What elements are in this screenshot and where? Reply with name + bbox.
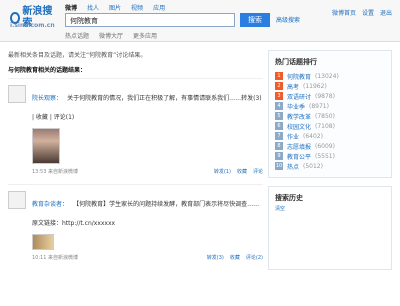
post-image[interactable] bbox=[32, 234, 54, 250]
post-author[interactable]: 教育杂谈者： bbox=[32, 201, 68, 208]
rank-badge: 2 bbox=[275, 82, 283, 90]
hot-topic-title[interactable]: 毕业季 bbox=[287, 102, 305, 111]
post-action-links: 转发(3) 收藏 评论(2) bbox=[207, 254, 263, 261]
search-input[interactable]: 何院教育 bbox=[65, 13, 235, 27]
hot-topic-count: (6402) bbox=[303, 132, 323, 140]
avatar[interactable] bbox=[8, 85, 26, 103]
hot-topic-item[interactable]: 3 双语研讨 (9878) bbox=[275, 91, 385, 101]
rank-badge: 9 bbox=[275, 152, 283, 160]
hot-topic-count: (11962) bbox=[303, 82, 327, 90]
results-intro: 最新相关条目及话题，请关注“何院教育”讨论结果。 bbox=[8, 52, 147, 59]
post-text: 关于何院教育的情况，我们正在积极了解，有事情请联系我们……转发(3) | 收藏 … bbox=[32, 95, 262, 121]
favorite-link[interactable]: 收藏 bbox=[237, 168, 247, 175]
toplink-logout[interactable]: 退出 bbox=[380, 8, 392, 17]
hot-topics-box: 热门话题排行 1 何院教育 (13024) 2 高考 (11962) 3 双语研… bbox=[268, 50, 392, 178]
hot-topic-title[interactable]: 教学改革 bbox=[287, 112, 311, 121]
hot-topic-item[interactable]: 5 教学改革 (7850) bbox=[275, 111, 385, 121]
hot-topic-count: (7108) bbox=[315, 122, 335, 130]
toplink-home[interactable]: 微博首页 bbox=[332, 8, 356, 17]
nav-videos[interactable]: 视频 bbox=[131, 3, 143, 12]
rank-badge: 7 bbox=[275, 132, 283, 140]
comment-link[interactable]: 评论 bbox=[253, 168, 263, 175]
hot-topic-item[interactable]: 6 校园文化 (7108) bbox=[275, 121, 385, 131]
favorite-link[interactable]: 收藏 bbox=[230, 254, 240, 261]
top-nav: 微博 找人 图片 视频 应用 bbox=[65, 3, 165, 12]
hot-topic-count: (8971) bbox=[309, 102, 329, 110]
post-action-links: 转发(1) 收藏 评论 bbox=[214, 168, 263, 175]
rank-badge: 4 bbox=[275, 102, 283, 110]
hot-topic-title[interactable]: 志愿填报 bbox=[287, 142, 311, 151]
hot-topic-item[interactable]: 9 教育公平 (5551) bbox=[275, 151, 385, 161]
hot-topic-item[interactable]: 2 高考 (11962) bbox=[275, 81, 385, 91]
results-content: 最新相关条目及话题，请关注“何院教育”讨论结果。 与何院教育相关的话题结果： 院… bbox=[8, 50, 263, 302]
history-title: 搜索历史 bbox=[275, 194, 303, 202]
nav-weibo[interactable]: 微博 bbox=[65, 3, 77, 12]
avatar[interactable] bbox=[8, 191, 26, 209]
logo-subtext: i.sina.com.cn bbox=[10, 22, 55, 29]
hot-topic-item[interactable]: 1 何院教育 (13024) bbox=[275, 71, 385, 81]
subtab-hot[interactable]: 热点话题 bbox=[65, 31, 89, 40]
nav-apps[interactable]: 应用 bbox=[153, 3, 165, 12]
hot-topic-count: (5012) bbox=[303, 162, 323, 170]
top-links: 微博首页 设置 退出 bbox=[332, 8, 392, 17]
hot-topic-item[interactable]: 4 毕业季 (8971) bbox=[275, 101, 385, 111]
hot-topic-title[interactable]: 何院教育 bbox=[287, 72, 311, 81]
hot-topic-count: (13024) bbox=[315, 72, 339, 80]
hot-topics-title: 热门话题排行 bbox=[275, 58, 317, 66]
repost-link[interactable]: 转发(1) bbox=[214, 168, 231, 175]
search-button[interactable]: 搜索 bbox=[240, 13, 270, 27]
rank-badge: 10 bbox=[275, 162, 283, 170]
post-meta: 10:11 来自新浪微博 bbox=[32, 255, 78, 261]
right-sidebar: 热门话题排行 1 何院教育 (13024) 2 高考 (11962) 3 双语研… bbox=[268, 50, 392, 302]
rank-badge: 8 bbox=[275, 142, 283, 150]
site-logo[interactable]: 新浪搜索 i.sina.com.cn bbox=[10, 6, 55, 30]
rank-badge: 1 bbox=[275, 72, 283, 80]
clear-history-link[interactable]: 清空 bbox=[275, 205, 385, 212]
hot-topic-item[interactable]: 10 热点 (5012) bbox=[275, 161, 385, 171]
subtab-hall[interactable]: 微博大厅 bbox=[99, 31, 123, 40]
post-author[interactable]: 院长观察： bbox=[32, 95, 62, 102]
hot-topic-count: (9878) bbox=[315, 92, 335, 100]
main-area: 最新相关条目及话题，请关注“何院教育”讨论结果。 与何院教育相关的话题结果： 院… bbox=[0, 42, 400, 306]
post-meta: 13:53 来自新浪微博 bbox=[32, 169, 78, 175]
rank-badge: 3 bbox=[275, 92, 283, 100]
post-text-block: 院长观察： 关于何院教育的情况，我们正在积极了解，有事情请联系我们……转发(3)… bbox=[32, 85, 263, 123]
post-actions: 13:53 来自新浪微博 转发(1) 收藏 评论 bbox=[32, 168, 263, 175]
history-box: 搜索历史 清空 bbox=[268, 186, 392, 270]
hot-topic-count: (6009) bbox=[315, 142, 335, 150]
hot-topic-title[interactable]: 高考 bbox=[287, 82, 299, 91]
repost-link[interactable]: 转发(3) bbox=[207, 254, 224, 261]
hot-topic-title[interactable]: 热点 bbox=[287, 162, 299, 171]
nav-people[interactable]: 找人 bbox=[87, 3, 99, 12]
hot-topic-title[interactable]: 作业 bbox=[287, 132, 299, 141]
search-header: 新浪搜索 i.sina.com.cn 微博 找人 图片 视频 应用 何院教育 搜… bbox=[0, 0, 400, 42]
post-text-block: 教育杂谈者： 【何院教育】学生家长的问题持续发酵，教育部门表示将尽快调查……原文… bbox=[32, 191, 263, 229]
comment-link[interactable]: 评论(2) bbox=[246, 254, 263, 261]
post-item: 院长观察： 关于何院教育的情况，我们正在积极了解，有事情请联系我们……转发(3)… bbox=[8, 78, 263, 180]
hot-topic-title[interactable]: 双语研讨 bbox=[287, 92, 311, 101]
sub-tabs: 热点话题 微博大厅 更多应用 bbox=[65, 31, 157, 40]
subtab-more[interactable]: 更多应用 bbox=[133, 31, 157, 40]
hot-topic-item[interactable]: 7 作业 (6402) bbox=[275, 131, 385, 141]
post-actions: 10:11 来自新浪微博 转发(3) 收藏 评论(2) bbox=[32, 254, 263, 261]
hot-topic-count: (7850) bbox=[315, 112, 335, 120]
advanced-search-link[interactable]: 高级搜索 bbox=[276, 15, 300, 24]
section-title: 与何院教育相关的话题结果： bbox=[8, 67, 87, 74]
hot-topic-title[interactable]: 教育公平 bbox=[287, 152, 311, 161]
rank-badge: 5 bbox=[275, 112, 283, 120]
post-image[interactable] bbox=[32, 128, 60, 164]
hot-topic-count: (5551) bbox=[315, 152, 335, 160]
hot-topic-title[interactable]: 校园文化 bbox=[287, 122, 311, 131]
rank-badge: 6 bbox=[275, 122, 283, 130]
post-item: 教育杂谈者： 【何院教育】学生家长的问题持续发酵，教育部门表示将尽快调查……原文… bbox=[8, 184, 263, 266]
toplink-settings[interactable]: 设置 bbox=[362, 8, 374, 17]
hot-topic-item[interactable]: 8 志愿填报 (6009) bbox=[275, 141, 385, 151]
nav-images[interactable]: 图片 bbox=[109, 3, 121, 12]
